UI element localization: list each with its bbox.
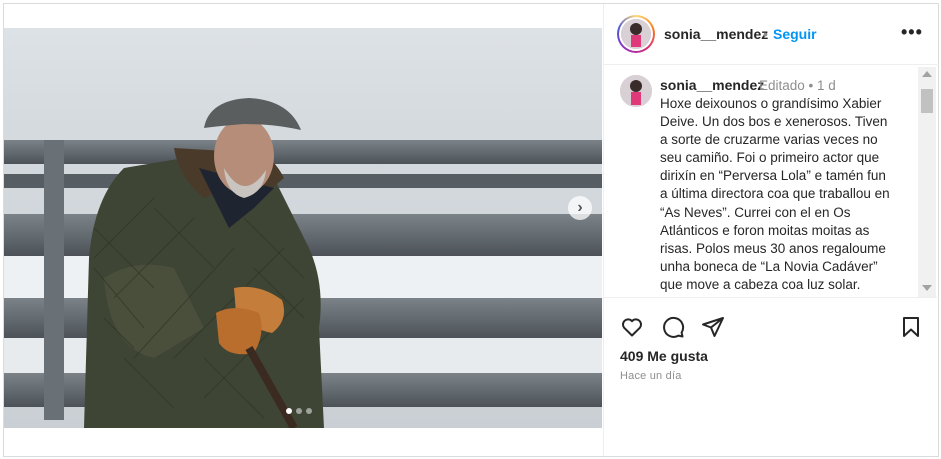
post-photo[interactable] bbox=[4, 28, 602, 428]
post-dialog: › sonia__mendez • Seguir ••• sonia__mend… bbox=[3, 3, 939, 457]
more-options-icon[interactable]: ••• bbox=[901, 22, 923, 43]
post-header: sonia__mendez • Seguir ••• bbox=[604, 4, 939, 65]
post-timestamp[interactable]: Hace un día bbox=[620, 370, 682, 382]
share-icon[interactable] bbox=[701, 315, 725, 339]
separator-dot: • bbox=[763, 26, 768, 42]
carousel-dot bbox=[306, 408, 312, 414]
man-figure bbox=[84, 98, 324, 428]
username-link[interactable]: sonia__mendez bbox=[664, 26, 768, 42]
bookmark-icon[interactable] bbox=[899, 315, 923, 339]
carousel-dots bbox=[286, 408, 312, 414]
caption-text: Hoxe deixounos o grandísimo Xabier Deive… bbox=[660, 96, 890, 292]
comment-icon[interactable] bbox=[661, 315, 685, 339]
post-media: › bbox=[4, 4, 602, 456]
caption-username[interactable]: sonia__mendez bbox=[660, 77, 764, 93]
follow-button[interactable]: Seguir bbox=[773, 26, 817, 42]
carousel-dot bbox=[296, 408, 302, 414]
scroll-down-arrow-icon[interactable] bbox=[922, 285, 932, 291]
caption-area: sonia__mendez Editado • 1 d Hoxe deixoun… bbox=[604, 65, 939, 297]
caption-avatar[interactable] bbox=[620, 75, 652, 107]
post-actions: 409 Me gusta Hace un día bbox=[604, 297, 939, 457]
scrollbar-thumb[interactable] bbox=[921, 89, 933, 113]
next-image-button[interactable]: › bbox=[568, 196, 592, 220]
carousel-dot bbox=[286, 408, 292, 414]
chevron-right-icon: › bbox=[577, 199, 583, 216]
edited-meta: Editado • 1 d bbox=[759, 78, 836, 93]
post-sidebar: sonia__mendez • Seguir ••• sonia__mendez… bbox=[603, 4, 939, 456]
likes-count[interactable]: 409 Me gusta bbox=[620, 348, 708, 364]
avatar[interactable] bbox=[621, 19, 651, 49]
heart-icon[interactable] bbox=[620, 315, 644, 339]
scroll-up-arrow-icon[interactable] bbox=[922, 71, 932, 77]
